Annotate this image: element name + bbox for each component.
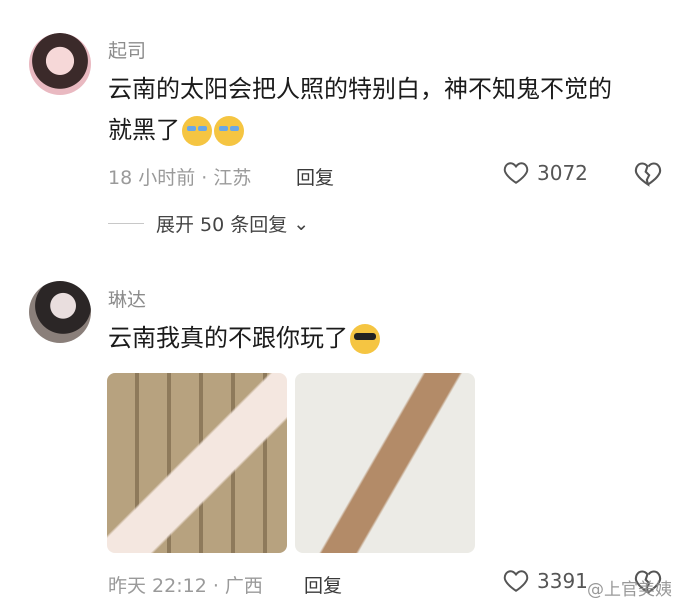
crying-face-icon (214, 116, 244, 146)
comment-text-line: 云南我真的不跟你玩了 (108, 324, 348, 352)
reply-button[interactable]: 回复 (304, 571, 342, 598)
username[interactable]: 起司 (108, 36, 146, 63)
username[interactable]: 琳达 (108, 285, 146, 312)
expand-replies-button[interactable]: 展开 50 条回复 ⌄ (156, 210, 309, 237)
watermark: @上官美姨 (587, 580, 672, 600)
expand-replies-label: 展开 50 条回复 (156, 214, 288, 236)
crying-face-icon (182, 116, 212, 146)
comment-meta: 18 小时前 · 江苏 (108, 167, 252, 189)
heart-icon (503, 570, 529, 592)
like-button[interactable]: 3072 (503, 161, 588, 185)
avatar[interactable] (29, 281, 91, 343)
avatar[interactable] (29, 33, 91, 95)
like-button[interactable]: 3391 (503, 569, 588, 593)
chevron-down-icon: ⌄ (293, 212, 310, 235)
reply-button[interactable]: 回复 (296, 163, 334, 190)
comment-text-line: 云南的太阳会把人照的特别白，神不知鬼不觉的 (108, 75, 612, 103)
like-count: 3391 (537, 569, 588, 593)
comment-text: 云南的太阳会把人照的特别白，神不知鬼不觉的 就黑了 (108, 69, 612, 151)
sunglasses-face-icon (350, 324, 380, 354)
broken-heart-icon[interactable] (634, 161, 662, 187)
comment-image[interactable] (107, 373, 287, 553)
heart-icon (503, 162, 529, 184)
divider (108, 223, 144, 224)
comment-image[interactable] (295, 373, 475, 553)
like-count: 3072 (537, 161, 588, 185)
comment-text-line: 就黑了 (108, 116, 180, 144)
comment-meta: 昨天 22:12 · 广西 (108, 575, 263, 597)
comment-text: 云南我真的不跟你玩了 (108, 318, 380, 359)
